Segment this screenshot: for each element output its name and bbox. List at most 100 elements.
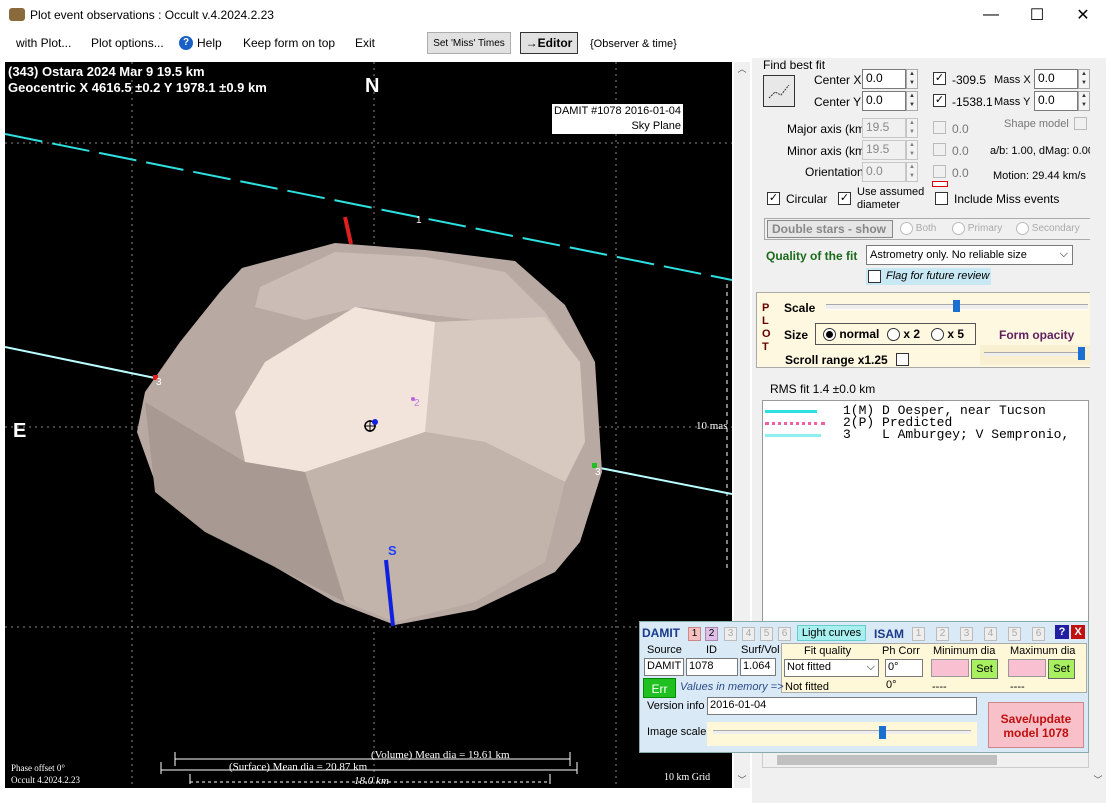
damit-tab-6[interactable]: 6 [778,627,791,641]
max-dia-label: Maximum dia [1010,645,1076,657]
image-scale-thumb[interactable] [879,726,886,739]
size-x5-radio[interactable]: x 5 [931,327,964,342]
panel-scrollbar[interactable]: ﹀ [1090,62,1106,788]
list-hscrollbar[interactable] [762,752,1089,768]
shape-model-checkbox[interactable] [1074,117,1087,130]
observer-time-label[interactable]: {Observer & time} [590,38,677,50]
use-assumed-label: Use assumed [857,186,925,198]
version-info-field[interactable]: 2016-01-04 [707,697,977,715]
y-checkbox[interactable]: ✓ [933,94,946,107]
version-label: Occult 4.2024.2.23 [11,775,80,785]
quality-select[interactable]: Astrometry only. No reliable size ⌵ [866,245,1073,265]
chord-2-label: 2 [414,398,420,409]
damit-tab-1[interactable]: 1 [688,627,701,641]
x-value: -309.5 [952,73,987,87]
find-best-fit-button[interactable] [763,75,795,107]
x-checkbox[interactable]: ✓ [933,72,946,85]
damit-close-button[interactable]: X [1071,625,1085,639]
set-miss-times-button[interactable]: Set 'Miss' Times [427,32,511,54]
close-button[interactable]: ✕ [1060,0,1106,30]
orientation-input[interactable]: 0.0 [862,162,906,182]
minimize-button[interactable]: — [968,0,1014,30]
max-dia-field[interactable] [1008,659,1046,677]
plot-canvas[interactable]: (343) Ostara 2024 Mar 9 19.5 km Geocentr… [5,62,732,788]
opacity-slider[interactable] [984,352,1084,356]
orientation-checkbox[interactable] [933,165,946,178]
chevron-down-icon: ⌵ [1059,248,1068,260]
menu-keep-on-top[interactable]: Keep form on top [243,36,335,50]
isam-tab-5[interactable]: 5 [1008,627,1021,641]
damit-tab-5[interactable]: 5 [760,627,773,641]
center-x-input[interactable]: 0.0 [862,69,906,89]
menu-plot-options[interactable]: Plot options... [91,36,164,50]
damit-tab-4[interactable]: 4 [742,627,755,641]
minor-check-value: 0.0 [952,144,969,158]
image-scale-slider[interactable] [713,730,971,734]
editor-button[interactable]: →Editor [520,32,578,54]
damit-help-button[interactable]: ? [1055,625,1069,639]
err-button[interactable]: Err [643,678,676,698]
isam-tab-4[interactable]: 4 [984,627,997,641]
mass-y-input[interactable]: 0.0 [1034,91,1078,111]
mass-y-spinner[interactable]: ▲ ▼ [1078,91,1090,111]
min-dia-field[interactable] [931,659,969,677]
size-x2-radio[interactable]: x 2 [887,327,920,342]
surf-vol-field[interactable]: 1.064 [740,658,776,676]
id-field[interactable]: 1078 [686,658,738,676]
major-axis-input[interactable]: 19.5 [862,118,906,138]
isam-tab-1[interactable]: 1 [912,627,925,641]
damit-label: DAMIT [642,626,680,640]
maximize-button[interactable]: ☐ [1014,0,1060,30]
use-assumed-checkbox[interactable]: ✓ [838,192,851,205]
fit-chart-icon [768,84,790,99]
opacity-slider-thumb[interactable] [1078,347,1085,360]
center-y-spinner[interactable]: ▲ ▼ [906,91,918,111]
scale-slider-thumb[interactable] [953,300,960,312]
minor-axis-input[interactable]: 19.5 [862,140,906,160]
source-field[interactable]: DAMIT [644,658,684,676]
isam-tab-2[interactable]: 2 [936,627,949,641]
menu-with-plot[interactable]: with Plot... [16,36,71,50]
major-axis-spinner[interactable]: ▲ ▼ [906,118,918,138]
mass-x-spinner[interactable]: ▲ ▼ [1078,69,1090,89]
plot-vertical-label: PLOT [762,302,771,353]
major-checkbox[interactable] [933,121,946,134]
ph-corr-field[interactable]: 0° [885,659,923,677]
radio-primary[interactable]: Primary [952,222,1002,235]
include-miss-checkbox[interactable] [935,192,948,205]
min-dia-set-button[interactable]: Set [971,659,998,679]
include-miss-label: Include Miss events [954,192,1060,206]
damit-tab-3[interactable]: 3 [724,627,737,641]
color-swatch[interactable] [932,181,948,187]
orientation-spinner[interactable]: ▲ ▼ [906,162,918,182]
minor-checkbox[interactable] [933,143,946,156]
fit-quality-select[interactable]: Not fitted ⌵ [784,659,879,677]
center-y-input[interactable]: 0.0 [862,91,906,111]
flag-review-label: Flag for future review [886,270,990,282]
menu-exit[interactable]: Exit [355,36,375,50]
isam-tab-3[interactable]: 3 [960,627,973,641]
flag-review-checkbox[interactable] [868,270,881,283]
observer-row[interactable]: 3 L Amburgey; V Sempronio, [843,428,1069,441]
damit-tab-2[interactable]: 2 [705,627,718,641]
double-stars-button[interactable]: Double stars - show [767,220,893,238]
minor-axis-spinner[interactable]: ▲ ▼ [906,140,918,160]
size-normal-radio[interactable]: normal [823,327,879,342]
center-x-spinner[interactable]: ▲ ▼ [906,69,918,89]
list-hscrollbar-thumb[interactable] [777,755,997,765]
mass-x-input[interactable]: 0.0 [1034,69,1078,89]
save-update-button[interactable]: Save/update model 1078 [988,702,1084,748]
isam-tab-6[interactable]: 6 [1032,627,1045,641]
rms-label: RMS fit 1.4 ±0.0 km [770,382,876,396]
max-dia-set-button[interactable]: Set [1048,659,1075,679]
circular-checkbox[interactable]: ✓ [767,192,780,205]
radio-secondary[interactable]: Secondary [1016,222,1080,235]
help-icon[interactable]: ? [179,36,193,50]
menu-help[interactable]: Help [197,36,222,50]
asteroid-shape-model [137,243,602,625]
radio-both[interactable]: Both [900,222,936,235]
scroll-range-checkbox[interactable] [896,353,909,366]
window-title: Plot event observations : Occult v.4.202… [30,8,274,22]
center-point [372,419,378,425]
light-curves-button[interactable]: Light curves [797,625,866,641]
